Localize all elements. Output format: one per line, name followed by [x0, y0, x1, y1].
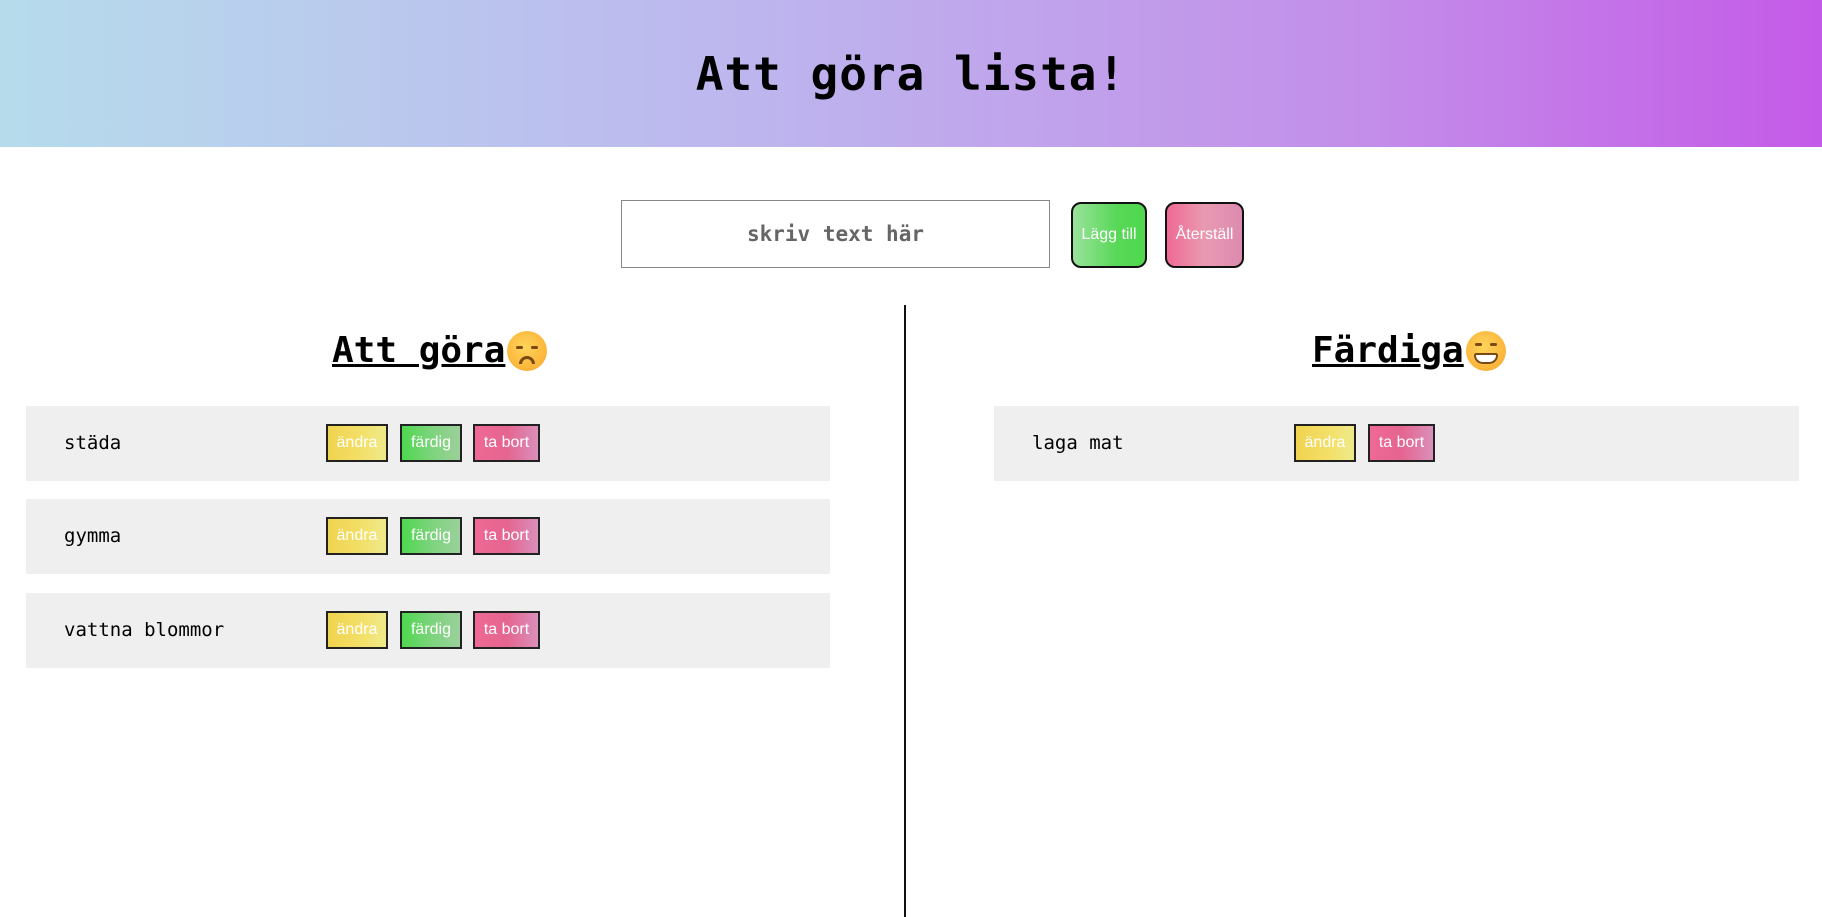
todo-item-text: städa — [64, 432, 122, 454]
column-divider — [904, 305, 906, 917]
edit-button[interactable]: ändra — [326, 424, 388, 462]
todo-item-text: gymma — [64, 525, 122, 547]
todo-text-input[interactable] — [621, 200, 1050, 268]
page-title: Att göra lista! — [695, 46, 1127, 101]
mark-done-button[interactable]: färdig — [400, 517, 462, 555]
todo-title-text: Att göra — [332, 330, 506, 371]
done-title-text: Färdiga — [1312, 330, 1464, 371]
header-banner: Att göra lista! — [0, 0, 1822, 147]
delete-button[interactable]: ta bort — [473, 517, 540, 555]
todo-item-text: vattna blommor — [64, 619, 225, 641]
grinning-face-icon — [1465, 330, 1506, 371]
todo-column-title: Att göra — [332, 330, 548, 371]
done-list-item: laga mat ändra ta bort — [994, 406, 1799, 481]
mark-done-button[interactable]: färdig — [400, 424, 462, 462]
todo-list-item: gymma ändra färdig ta bort — [26, 499, 830, 574]
edit-button[interactable]: ändra — [1294, 424, 1356, 462]
delete-button[interactable]: ta bort — [1368, 424, 1435, 462]
edit-button[interactable]: ändra — [326, 611, 388, 649]
delete-button[interactable]: ta bort — [473, 424, 540, 462]
todo-list-item: städa ändra färdig ta bort — [26, 406, 830, 481]
sad-face-icon — [507, 330, 548, 371]
done-column-title: Färdiga — [1312, 330, 1506, 371]
todo-list-item: vattna blommor ändra färdig ta bort — [26, 593, 830, 668]
reset-button[interactable]: Återställ — [1165, 202, 1244, 268]
add-button[interactable]: Lägg till — [1071, 202, 1147, 268]
delete-button[interactable]: ta bort — [473, 611, 540, 649]
mark-done-button[interactable]: färdig — [400, 611, 462, 649]
edit-button[interactable]: ändra — [326, 517, 388, 555]
done-item-text: laga mat — [1032, 432, 1124, 454]
